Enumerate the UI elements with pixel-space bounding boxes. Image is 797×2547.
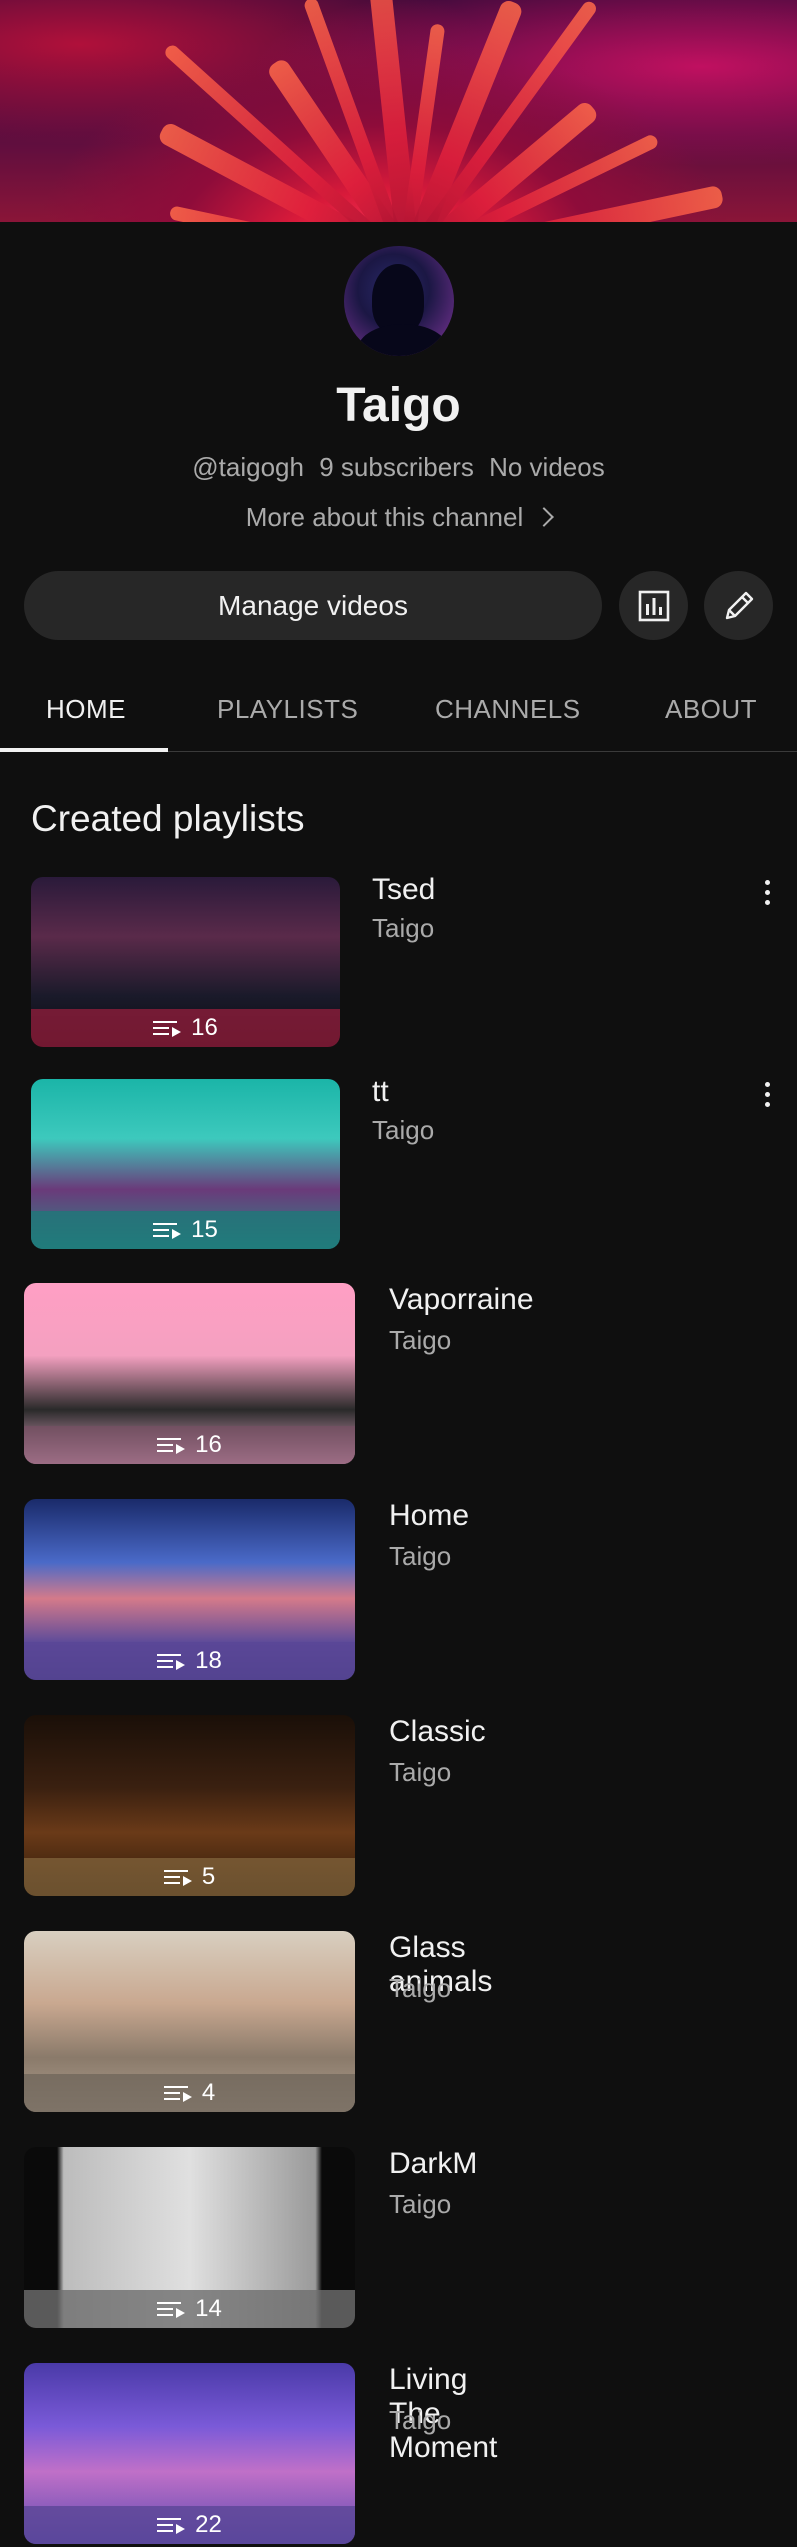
playlist-play-icon xyxy=(157,1436,186,1454)
more-about-label: More about this channel xyxy=(245,502,524,532)
playlist-owner: Taigo xyxy=(389,1973,452,2003)
playlist-count-overlay: 15 xyxy=(31,1211,340,1249)
playlist-title[interactable]: Vaporraine xyxy=(389,1283,534,1317)
playlist-play-icon xyxy=(157,2516,186,2534)
active-tab-indicator xyxy=(0,748,168,752)
channel-name: Taigo xyxy=(336,379,461,432)
pencil-icon xyxy=(725,591,753,619)
playlist-count-overlay: 18 xyxy=(24,1642,355,1680)
playlist-thumbnail[interactable]: 16 xyxy=(31,877,340,1047)
playlist-video-count: 4 xyxy=(201,2079,216,2106)
playlist-video-count: 14 xyxy=(195,2295,222,2322)
more-about-link[interactable]: More about this channel xyxy=(0,502,797,533)
playlist-count-overlay: 14 xyxy=(24,2290,355,2328)
playlist-count-overlay: 16 xyxy=(24,1426,355,1464)
playlist-thumbnail[interactable]: 15 xyxy=(31,1079,340,1249)
playlist-title[interactable]: Tsed xyxy=(372,873,435,907)
playlist-video-count: 5 xyxy=(201,1863,216,1890)
playlist-play-icon xyxy=(157,1652,186,1670)
playlist-video-count: 22 xyxy=(195,2511,222,2538)
video-count: No videos xyxy=(489,452,605,482)
playlist-count-overlay: 16 xyxy=(31,1009,340,1047)
playlist-play-icon xyxy=(157,2300,186,2318)
channel-tabs: HOME PLAYLISTS CHANNELS ABOUT xyxy=(0,676,797,752)
playlist-play-icon xyxy=(153,1019,182,1037)
playlist-owner: Taigo xyxy=(372,913,435,943)
tab-home[interactable]: HOME xyxy=(46,694,126,725)
playlist-thumbnail[interactable]: 16 xyxy=(24,1283,355,1464)
channel-handle: @taigogh xyxy=(192,452,304,482)
more-vert-icon[interactable] xyxy=(762,1082,772,1112)
playlist-thumbnail[interactable]: 18 xyxy=(24,1499,355,1680)
tab-channels[interactable]: CHANNELS xyxy=(435,694,581,725)
playlist-video-count: 15 xyxy=(191,1216,218,1243)
playlist-title[interactable]: Classic xyxy=(389,1715,486,1749)
chevron-right-icon xyxy=(534,507,555,527)
playlist-owner: Taigo xyxy=(389,2189,452,2219)
playlist-video-count: 18 xyxy=(195,1647,222,1674)
playlist-thumbnail[interactable]: 22 xyxy=(24,2363,355,2544)
playlist-video-count: 16 xyxy=(191,1014,218,1041)
tab-about[interactable]: ABOUT xyxy=(665,694,757,725)
playlist-thumbnail[interactable]: 4 xyxy=(24,1931,355,2112)
playlist-thumbnail[interactable]: 14 xyxy=(24,2147,355,2328)
playlist-count-overlay: 22 xyxy=(24,2506,355,2544)
channel-banner xyxy=(0,0,797,222)
playlist-video-count: 16 xyxy=(195,1431,222,1458)
playlist-title[interactable]: tt xyxy=(372,1075,389,1109)
edit-channel-button[interactable] xyxy=(704,571,773,640)
playlist-title[interactable]: DarkM xyxy=(389,2147,477,2181)
playlist-play-icon xyxy=(163,2084,192,2102)
playlist-play-icon xyxy=(153,1221,182,1239)
playlist-count-overlay: 4 xyxy=(24,2074,355,2112)
bar-chart-icon xyxy=(638,590,669,621)
more-vert-icon[interactable] xyxy=(762,880,772,910)
playlist-thumbnail[interactable]: 5 xyxy=(24,1715,355,1896)
playlist-owner: Taigo xyxy=(389,2405,452,2435)
channel-avatar[interactable] xyxy=(344,246,454,356)
analytics-button[interactable] xyxy=(619,571,688,640)
playlist-owner: Taigo xyxy=(389,1757,452,1787)
tab-playlists[interactable]: PLAYLISTS xyxy=(217,694,358,725)
manage-videos-button[interactable]: Manage videos xyxy=(24,571,602,640)
channel-meta: @taigogh 9 subscribers No videos xyxy=(0,452,797,483)
section-title: Created playlists xyxy=(31,798,305,839)
playlist-title[interactable]: Home xyxy=(389,1499,469,1533)
playlist-owner: Taigo xyxy=(389,1541,452,1571)
playlist-owner: Taigo xyxy=(372,1115,435,1145)
playlist-owner: Taigo xyxy=(389,1325,452,1355)
playlist-count-overlay: 5 xyxy=(24,1858,355,1896)
subscriber-count: 9 subscribers xyxy=(319,452,474,482)
playlist-play-icon xyxy=(163,1868,192,1886)
